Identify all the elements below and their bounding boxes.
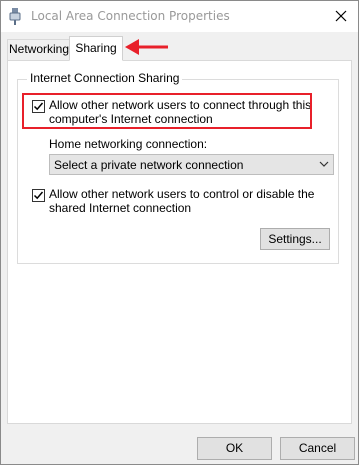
dialog-window: Local Area Connection Properties Network… (0, 0, 359, 465)
title-bar: Local Area Connection Properties (1, 1, 358, 32)
window-title: Local Area Connection Properties (31, 9, 230, 23)
chevron-down-icon (319, 161, 329, 167)
home-networking-label: Home networking connection: (49, 137, 208, 151)
tab-sharing[interactable]: Sharing (69, 36, 123, 61)
checkmark-icon (33, 191, 44, 200)
cancel-button[interactable]: Cancel (280, 437, 355, 460)
close-icon[interactable] (328, 3, 354, 29)
allow-connect-checkbox[interactable] (32, 100, 45, 113)
tab-networking-label: Networking (8, 42, 70, 56)
allow-control-checkbox[interactable] (32, 189, 45, 202)
home-networking-selected-value: Select a private network connection (54, 158, 244, 172)
tab-networking[interactable]: Networking (7, 39, 71, 60)
allow-control-label[interactable]: Allow other network users to control or … (49, 187, 319, 215)
group-title: Internet Connection Sharing (27, 71, 183, 85)
ok-button[interactable]: OK (197, 437, 272, 460)
tab-sharing-label: Sharing (75, 41, 117, 55)
checkmark-icon (33, 102, 44, 111)
arrow-left-icon (125, 39, 168, 55)
settings-button[interactable]: Settings... (260, 228, 330, 250)
home-networking-select[interactable]: Select a private network connection (49, 154, 334, 175)
network-adapter-icon (9, 8, 21, 25)
allow-connect-label[interactable]: Allow other network users to connect thr… (49, 98, 319, 126)
